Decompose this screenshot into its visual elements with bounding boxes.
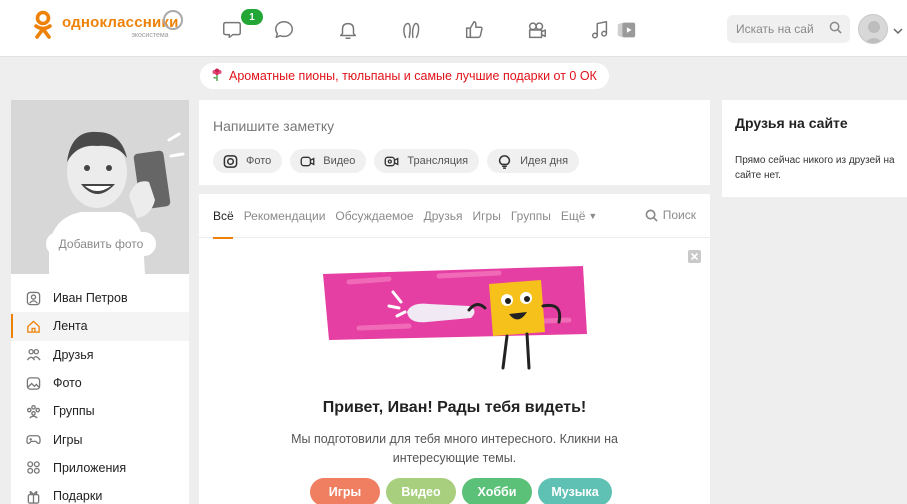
groups-icon xyxy=(25,403,41,419)
stream-icon xyxy=(385,156,399,166)
sidebar-item-profile[interactable]: Иван Петров xyxy=(11,284,189,312)
tab-more-label: Ещё xyxy=(560,208,586,223)
logo[interactable]: одноклассники экосистема xyxy=(32,10,179,40)
sidebar-item-label: Фото xyxy=(53,376,82,391)
sidebar-item-label: Друзья xyxy=(53,347,94,362)
note-input[interactable]: Напишите заметку xyxy=(213,118,334,134)
welcome-illustration xyxy=(319,262,589,372)
topic-music-button[interactable]: Музыка xyxy=(538,478,612,504)
gamepad-icon xyxy=(25,432,41,448)
search-placeholder: Искать на сай xyxy=(736,22,814,36)
tab-games[interactable]: Игры xyxy=(473,194,501,238)
sidebar-item-label: Приложения xyxy=(53,460,127,475)
sidebar-item-groups[interactable]: Группы xyxy=(11,397,189,425)
feed-panel: Всё Рекомендации Обсуждаемое Друзья Игры… xyxy=(199,194,710,504)
friends-online-text: Прямо сейчас никого из друзей на сайте н… xyxy=(735,155,895,181)
topic-video-button[interactable]: Видео xyxy=(386,478,456,504)
chevron-down-icon[interactable] xyxy=(893,22,903,40)
feed-search-button[interactable]: Поиск xyxy=(645,208,696,222)
avatar[interactable] xyxy=(858,14,888,44)
notification-badge: 1 xyxy=(241,9,263,25)
welcome-subtext: Мы подготовили для тебя много интересног… xyxy=(291,432,618,465)
sidebar-item-label: Группы xyxy=(53,404,95,419)
apps-icon xyxy=(25,460,41,476)
guests-icon[interactable] xyxy=(399,18,423,42)
banner-text: Ароматные пионы, тюльпаны и самые лучшие… xyxy=(229,69,597,83)
post-video-button[interactable]: Видео xyxy=(290,149,367,173)
tab-friends[interactable]: Друзья xyxy=(424,194,463,238)
likes-icon[interactable] xyxy=(462,18,486,42)
promo-banner[interactable]: Ароматные пионы, тюльпаны и самые лучшие… xyxy=(200,63,609,89)
friends-online-panel: Друзья на сайте Прямо сейчас никого из д… xyxy=(722,100,907,197)
sidebar-item-label: Иван Петров xyxy=(53,291,128,306)
chip-label: Трансляция xyxy=(407,155,469,167)
feed-tabs: Всё Рекомендации Обсуждаемое Друзья Игры… xyxy=(199,194,710,239)
topic-buttons: Игры Видео Хобби Музыка xyxy=(310,478,612,504)
sidebar-item-label: Игры xyxy=(53,432,83,447)
tab-recommendations[interactable]: Рекомендации xyxy=(244,194,326,238)
games-promo-icon[interactable] xyxy=(614,18,638,42)
music-icon[interactable] xyxy=(588,18,612,42)
camera-icon xyxy=(223,154,238,168)
sidebar-item-label: Подарки xyxy=(53,489,103,504)
sidebar-item-apps[interactable]: Приложения xyxy=(11,454,189,482)
ecosystem-ring-icon xyxy=(163,10,183,30)
sidebar-item-games[interactable]: Игры xyxy=(11,425,189,453)
search-icon xyxy=(645,209,658,222)
sidebar-item-photos[interactable]: Фото xyxy=(11,369,189,397)
tab-discussed[interactable]: Обсуждаемое xyxy=(335,194,413,238)
post-stream-button[interactable]: Трансляция xyxy=(374,149,480,173)
sidebar-item-gifts[interactable]: Подарки xyxy=(11,482,189,504)
tab-all[interactable]: Всё xyxy=(213,194,234,239)
gift-icon xyxy=(25,488,41,504)
top-bar: одноклассники экосистема 1 Искать на сай xyxy=(0,0,907,57)
search-input[interactable]: Искать на сай xyxy=(727,15,850,43)
home-icon xyxy=(25,318,41,334)
ok-logo-icon xyxy=(32,10,54,40)
post-photo-button[interactable]: Фото xyxy=(213,149,283,173)
chip-label: Идея дня xyxy=(520,155,569,167)
lightbulb-icon xyxy=(498,154,511,169)
welcome-greeting: Привет, Иван! Рады тебя видеть! xyxy=(322,399,587,416)
close-icon[interactable] xyxy=(688,250,701,263)
logo-name: одноклассники xyxy=(62,14,179,31)
post-composer: Напишите заметку Фото Видео Трансляция И… xyxy=(199,100,710,185)
tab-more[interactable]: Ещё ▼ xyxy=(561,194,597,238)
user-icon xyxy=(25,290,41,306)
post-idea-button[interactable]: Идея дня xyxy=(487,149,580,173)
friends-online-title: Друзья на сайте xyxy=(735,115,848,131)
topic-games-button[interactable]: Игры xyxy=(310,478,380,504)
search-icon xyxy=(829,21,842,37)
discussions-icon[interactable] xyxy=(272,18,296,42)
caret-down-icon: ▼ xyxy=(588,210,598,221)
flower-icon xyxy=(210,68,224,85)
left-sidebar: Добавить фото Иван Петров Лента Друзья Ф… xyxy=(11,100,189,504)
feed-search-label: Поиск xyxy=(662,208,696,222)
friends-icon xyxy=(25,347,41,363)
profile-photo-placeholder[interactable]: Добавить фото xyxy=(11,100,189,274)
add-photo-button[interactable]: Добавить фото xyxy=(46,232,156,256)
video-camera-icon xyxy=(300,156,315,166)
tab-groups[interactable]: Группы xyxy=(511,194,551,238)
logo-subtitle: экосистема xyxy=(131,32,169,39)
sidebar-item-label: Лента xyxy=(53,319,88,334)
video-icon[interactable] xyxy=(525,18,549,42)
chip-label: Видео xyxy=(323,155,356,167)
notifications-icon[interactable] xyxy=(336,18,360,42)
sidebar-item-feed[interactable]: Лента xyxy=(11,312,189,341)
sidebar-item-friends[interactable]: Друзья xyxy=(11,341,189,369)
topic-hobby-button[interactable]: Хобби xyxy=(462,478,532,504)
messages-icon[interactable] xyxy=(220,18,244,42)
photo-icon xyxy=(25,375,41,391)
chip-label: Фото xyxy=(246,155,272,167)
sidebar-menu: Иван Петров Лента Друзья Фото Группы Игр… xyxy=(11,284,189,504)
